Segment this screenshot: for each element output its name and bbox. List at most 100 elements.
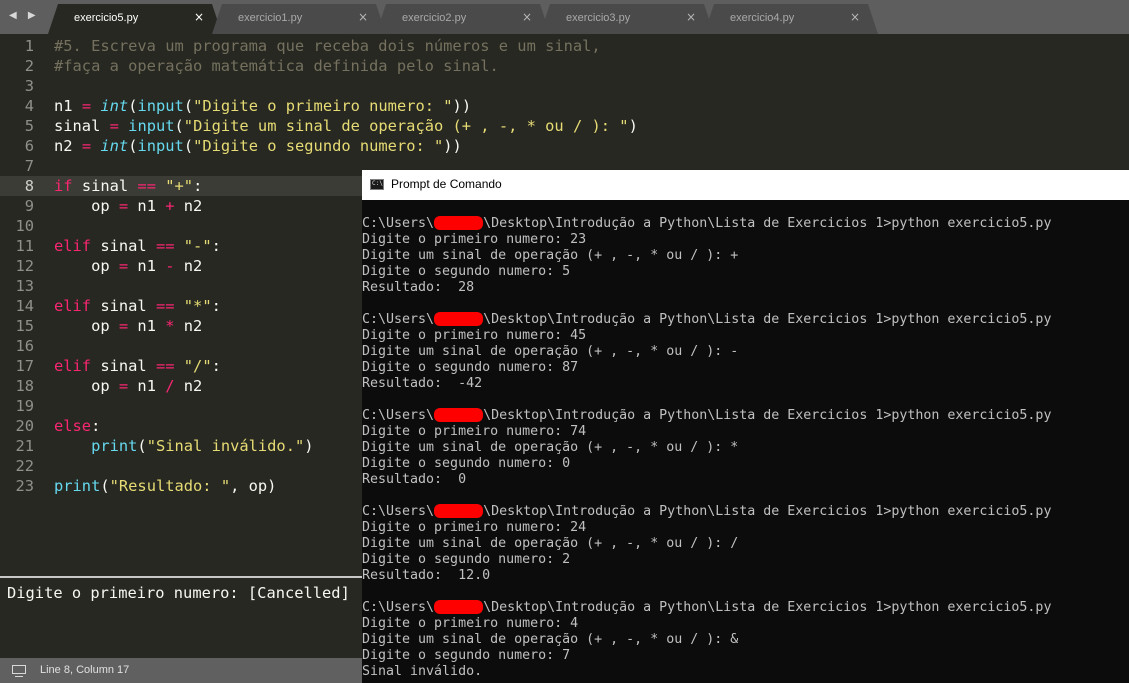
code-token: - [165,257,175,275]
close-icon[interactable]: × [686,10,696,24]
tab-label: exercicio1.py [238,12,303,24]
tab-label: exercicio5.py [74,12,139,24]
code-token: = [81,137,92,155]
cmd-output-line: Digite um sinal de operação (+ , -, * ou… [362,344,739,359]
cmd-path-suffix: \Desktop\Introdução a Python\Lista de Ex… [483,504,1052,519]
cmd-output-line: Resultado: -42 [362,376,483,391]
code-token: , op) [230,477,277,495]
cmd-output-line: Digite o segundo numero: 0 [362,456,571,471]
code-token: )) [443,137,462,155]
line-number: 13 [15,277,34,295]
line-number: 17 [15,357,34,375]
code-token: print [54,477,101,495]
cmd-output-line [362,584,1129,600]
tab-bar: ◀ ▶ exercicio5.py × exercicio1.py × exercici… [0,0,1129,34]
cmd-output-line: Resultado: 12.0 [362,568,491,583]
line-number: 23 [15,477,34,495]
cmd-output-line: Digite o primeiro numero: 74 [362,424,587,439]
cmd-path-suffix: \Desktop\Introdução a Python\Lista de Ex… [483,600,1052,615]
line-number: 22 [15,457,34,475]
tab-exercicio3-py[interactable]: exercicio3.py × [540,4,714,34]
code-token: op [54,197,119,215]
code-token: = [118,377,129,395]
code-token: = [81,97,92,115]
code-token: == [155,297,175,315]
console-toggle-icon[interactable] [12,665,26,677]
cmd-output-line [362,488,1129,504]
tab-nav-arrows[interactable]: ◀ ▶ [9,10,40,21]
cmd-path-suffix: \Desktop\Introdução a Python\Lista de Ex… [483,216,1052,231]
code-text: else: [54,416,100,436]
cmd-titlebar[interactable]: C:\ Prompt de Comando [362,170,1129,200]
code-text: op = n1 * n2 [54,316,202,336]
code-line[interactable]: 5 sinal = input("Digite um sinal de opera… [0,116,1129,136]
cmd-output-line: Resultado: 0 [362,472,467,487]
tab-exercicio1-py[interactable]: exercicio1.py × [212,4,386,34]
command-prompt-window[interactable]: C:\ Prompt de Comando C:\Users\ \Desktop\… [362,170,1129,683]
line-number: 7 [24,157,34,175]
code-token: == [155,237,175,255]
line-number: 9 [24,197,34,215]
code-line[interactable]: 4 n1 = int(input("Digite o primeiro numer… [0,96,1129,116]
code-token: + [165,197,175,215]
output-text: Digite o primeiro numero: [Cancelled] [7,584,350,602]
line-number: 14 [15,297,34,315]
code-line[interactable]: 6 n2 = int(input("Digite o segundo numero… [0,136,1129,156]
code-token: : [91,417,101,435]
cmd-output-line: Digite o segundo numero: 5 [362,264,571,279]
cmd-output-line: Digite o primeiro numero: 4 [362,616,579,631]
code-token: n2 [174,377,203,395]
code-token: "Sinal inválido." [146,437,305,455]
code-text: sinal = input("Digite um sinal de operaç… [54,116,638,136]
close-icon[interactable]: × [522,10,532,24]
code-token: sinal [91,297,156,315]
code-token: n2 [54,137,82,155]
close-icon[interactable]: × [850,10,860,24]
code-text: #5. Escreva um programa que receba dois … [54,36,601,56]
cmd-prompt-line: C:\Users\ \Desktop\Introdução a Python\Li… [362,504,1129,520]
code-token: "-" [183,237,212,255]
tab-exercicio4-py[interactable]: exercicio4.py × [704,4,878,34]
code-line[interactable]: 2 #faça a operação matemática definida pe… [0,56,1129,76]
line-number: 1 [24,37,34,55]
code-token: sinal [91,357,156,375]
close-icon[interactable]: × [358,10,368,24]
line-number: 19 [15,397,34,415]
code-token: #faça a operação matemática definida pel… [54,57,499,75]
code-token: : [211,297,221,315]
code-text: elif sinal == "*": [54,296,221,316]
code-token: : [211,237,221,255]
code-token: input [137,137,184,155]
line-number: 16 [15,337,34,355]
code-token: input [128,117,175,135]
code-token: input [137,97,184,115]
code-token: sinal [72,177,138,195]
code-line[interactable]: 1 #5. Escreva um programa que receba dois… [0,36,1129,56]
cmd-output-line [362,392,1129,408]
line-number: 8 [24,177,34,195]
code-token: ( [174,117,184,135]
code-line[interactable]: 3 [0,76,1129,96]
code-token: "Digite um sinal de operação (+ , -, * o… [183,117,629,135]
code-text: if sinal == "+": [54,176,202,196]
tab-exercicio5-py[interactable]: exercicio5.py × [48,4,222,34]
cmd-app-icon: C:\ [370,179,384,190]
cmd-output-line: Sinal inválido. [362,664,483,679]
cmd-path-suffix: \Desktop\Introdução a Python\Lista de Ex… [483,312,1052,327]
tab-exercicio2-py[interactable]: exercicio2.py × [376,4,550,34]
code-token: * [165,317,175,335]
code-token: ( [137,437,147,455]
code-token: ) [304,437,314,455]
line-number: 5 [24,117,34,135]
close-icon[interactable]: × [194,10,204,24]
code-token: else [54,417,92,435]
code-token: int [100,97,129,115]
cursor-position-text: Line 8, Column 17 [40,664,130,676]
code-token: "Digite o primeiro numero: " [193,97,453,115]
cmd-path-prefix: C:\Users\ [362,216,435,231]
line-number: 2 [24,57,34,75]
code-token: op [54,257,119,275]
